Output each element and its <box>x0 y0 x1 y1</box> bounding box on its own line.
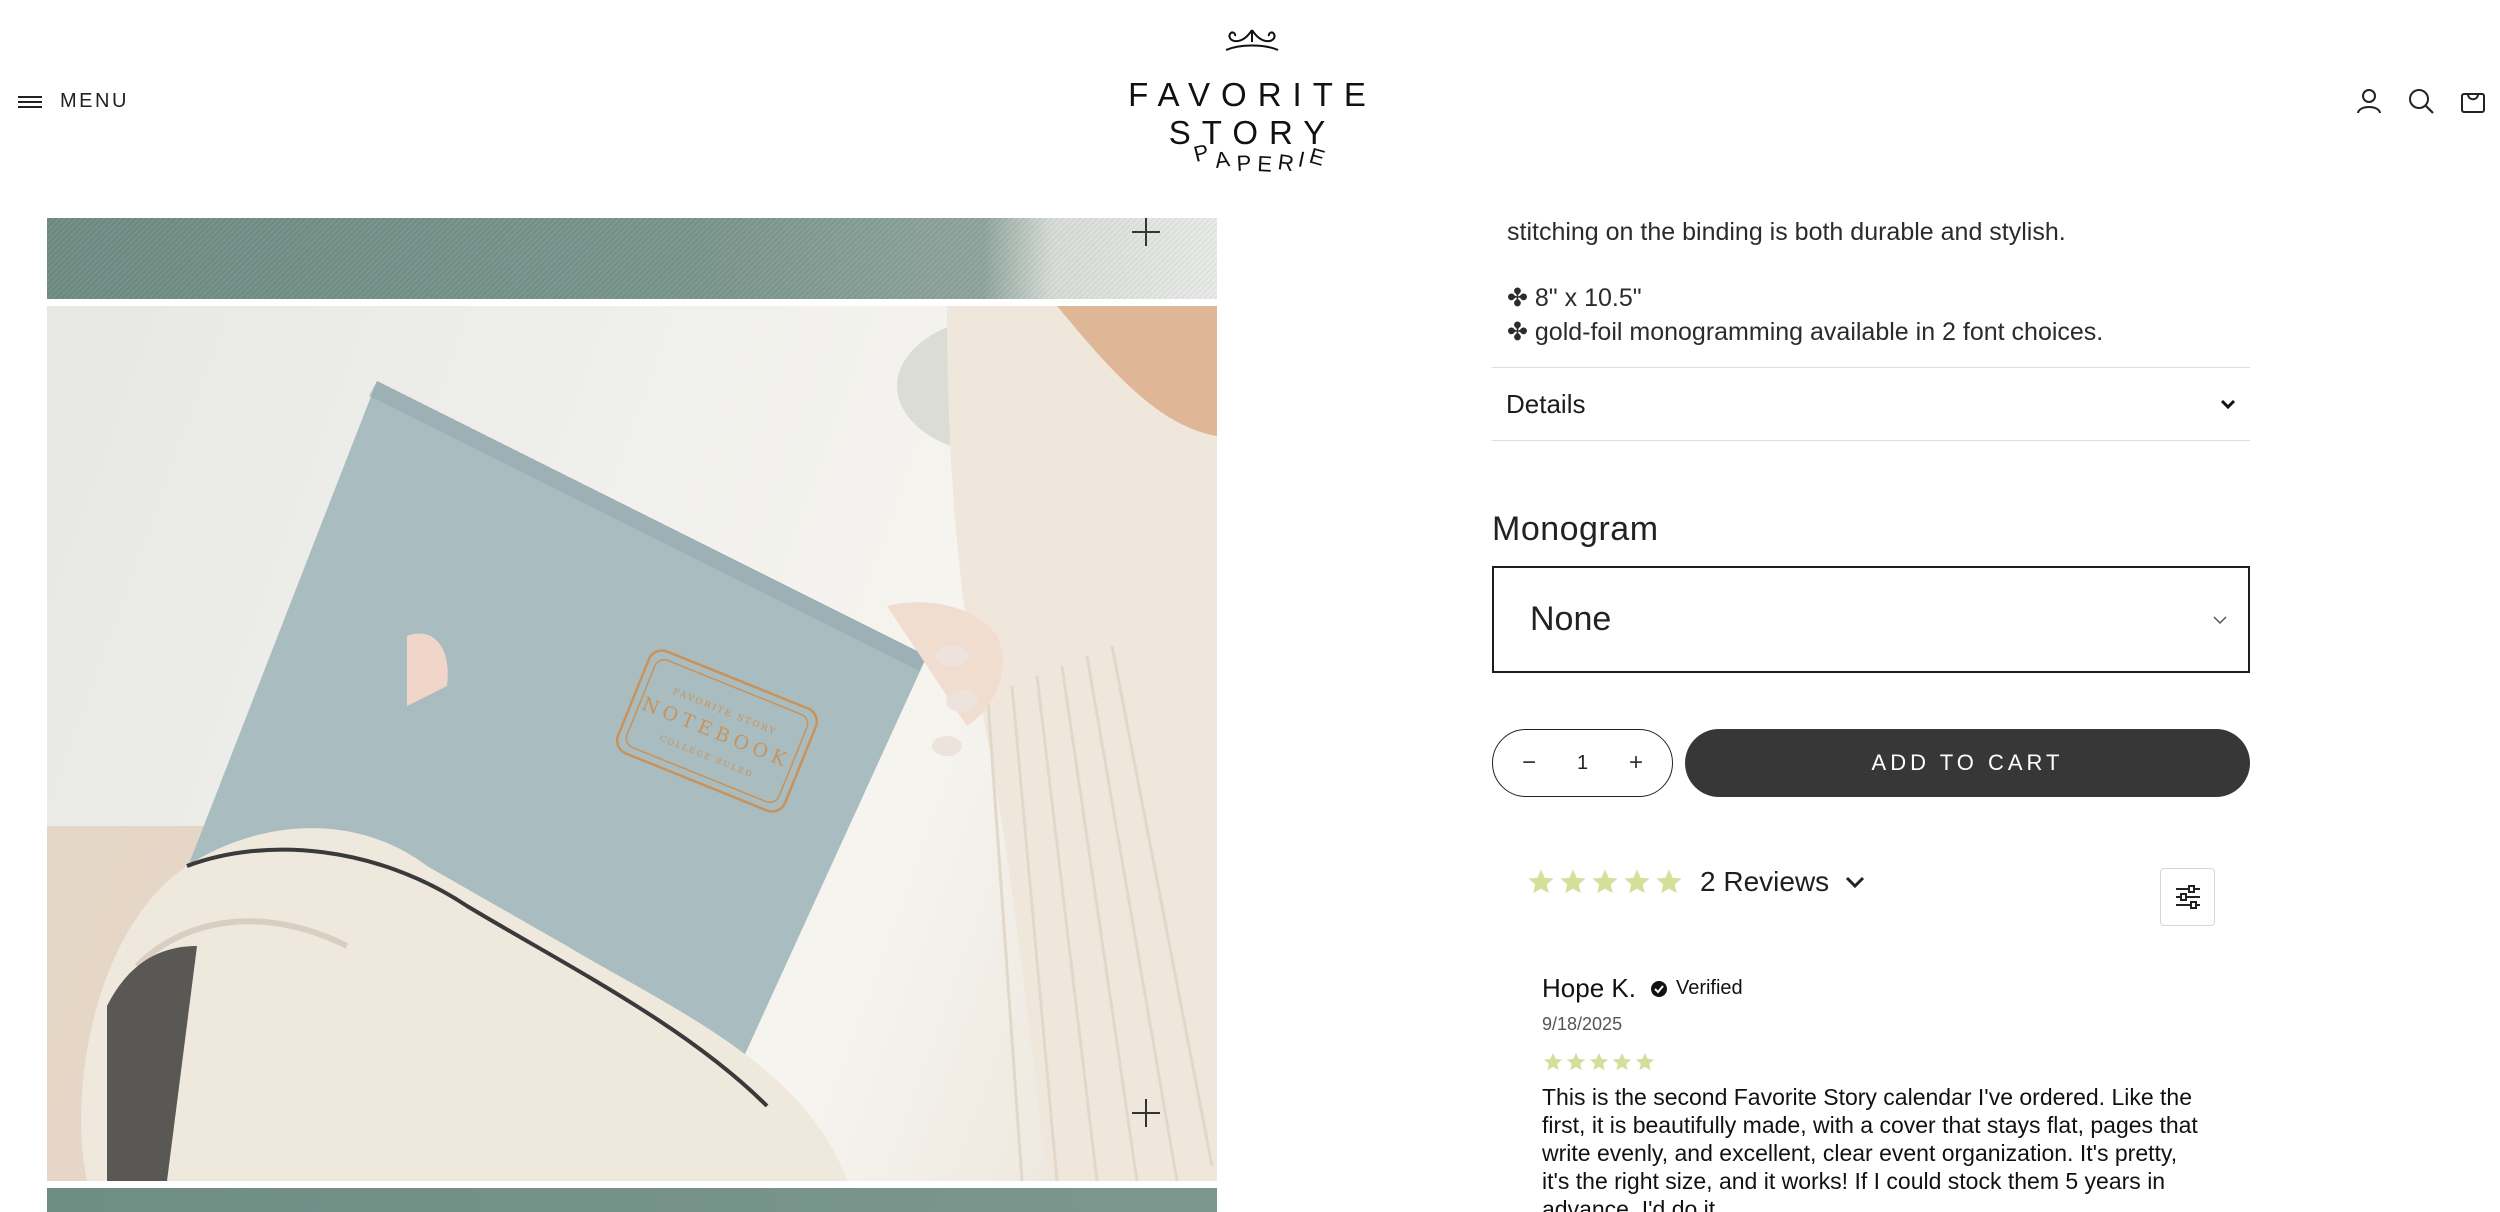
chevron-down-icon <box>2220 399 2236 410</box>
logo-subtext: P A P E R I E <box>1191 138 1332 176</box>
product-gallery: FAVORITE STORY NOTEBOOK COLLEGE RULED <box>47 218 1217 1212</box>
reviews-summary[interactable]: 2 Reviews <box>1526 866 1865 898</box>
verified-badge: Verified <box>1650 977 1743 1000</box>
logo-ornament-icon <box>1225 29 1279 51</box>
account-icon[interactable] <box>2354 86 2384 116</box>
reviewer-row: Hope K. Verified <box>1542 973 2202 1004</box>
review-body: This is the second Favorite Story calend… <box>1542 1084 2198 1212</box>
monogram-select[interactable]: None <box>1492 566 2250 673</box>
svg-text:P A P: P A P E R I E <box>1191 138 1332 176</box>
hamburger-icon <box>18 95 42 108</box>
sliders-icon <box>2175 885 2200 909</box>
search-icon[interactable] <box>2406 86 2436 116</box>
menu-button[interactable]: MENU <box>18 90 129 113</box>
star-icon <box>1656 869 1682 894</box>
star-icon <box>1560 869 1586 894</box>
star-icon <box>1592 869 1618 894</box>
review-rating-stars <box>1542 1051 2202 1073</box>
description-line: ✤ gold-foil monogramming available in 2 … <box>1507 318 2104 346</box>
product-image-notebook-backpack[interactable]: FAVORITE STORY NOTEBOOK COLLEGE RULED <box>47 306 1217 1181</box>
details-accordion[interactable]: Details <box>1492 367 2250 441</box>
chevron-down-icon <box>2213 615 2227 624</box>
review-filter-button[interactable] <box>2160 868 2215 926</box>
add-to-cart-button[interactable]: ADD TO CART <box>1685 729 2250 797</box>
review-item: Hope K. Verified 9/18/2025 This is the s… <box>1542 973 2202 1212</box>
site-header: MENU FAVORITE STORY P A P E R I E <box>0 0 2500 185</box>
review-date: 9/18/2025 <box>1542 1014 1623 1034</box>
verified-label: Verified <box>1675 977 1743 999</box>
star-icon <box>1624 869 1650 894</box>
description-line: ✤ 8" x 10.5" <box>1507 284 1642 312</box>
monogram-label: Monogram <box>1492 510 1659 548</box>
description-line: stitching on the binding is both durable… <box>1507 218 2066 246</box>
check-badge-icon <box>1650 980 1667 997</box>
review-count: 2 Reviews <box>1700 866 1830 897</box>
details-label: Details <box>1506 388 1586 419</box>
rating-stars <box>1526 867 1684 897</box>
quantity-increase-button[interactable]: + <box>1626 749 1646 777</box>
notebook-photo: FAVORITE STORY NOTEBOOK COLLEGE RULED <box>47 306 1217 1181</box>
star-icon <box>1543 1052 1563 1071</box>
menu-label: MENU <box>60 90 129 112</box>
chevron-down-icon[interactable] <box>1845 875 1865 889</box>
star-icon <box>1528 869 1554 894</box>
cart-icon[interactable] <box>2458 86 2488 116</box>
quantity-decrease-button[interactable]: − <box>1519 749 1539 777</box>
reviewer-name: Hope K. <box>1542 973 1636 1003</box>
star-icon <box>1589 1052 1609 1071</box>
quantity-stepper: − 1 + <box>1492 729 1673 797</box>
site-logo[interactable]: FAVORITE STORY P A P E R I E <box>1075 26 1430 176</box>
product-image-next[interactable] <box>47 1188 1217 1212</box>
star-icon <box>1635 1052 1655 1071</box>
zoom-plus-icon[interactable] <box>1132 218 1160 246</box>
star-icon <box>1566 1052 1586 1071</box>
monogram-selected-value: None <box>1530 600 1612 638</box>
star-icon <box>1612 1052 1632 1071</box>
product-image-fabric-closeup[interactable] <box>47 218 1217 299</box>
header-actions <box>2354 86 2488 116</box>
quantity-value[interactable]: 1 <box>1577 752 1588 775</box>
zoom-plus-icon[interactable] <box>1132 1099 1160 1127</box>
